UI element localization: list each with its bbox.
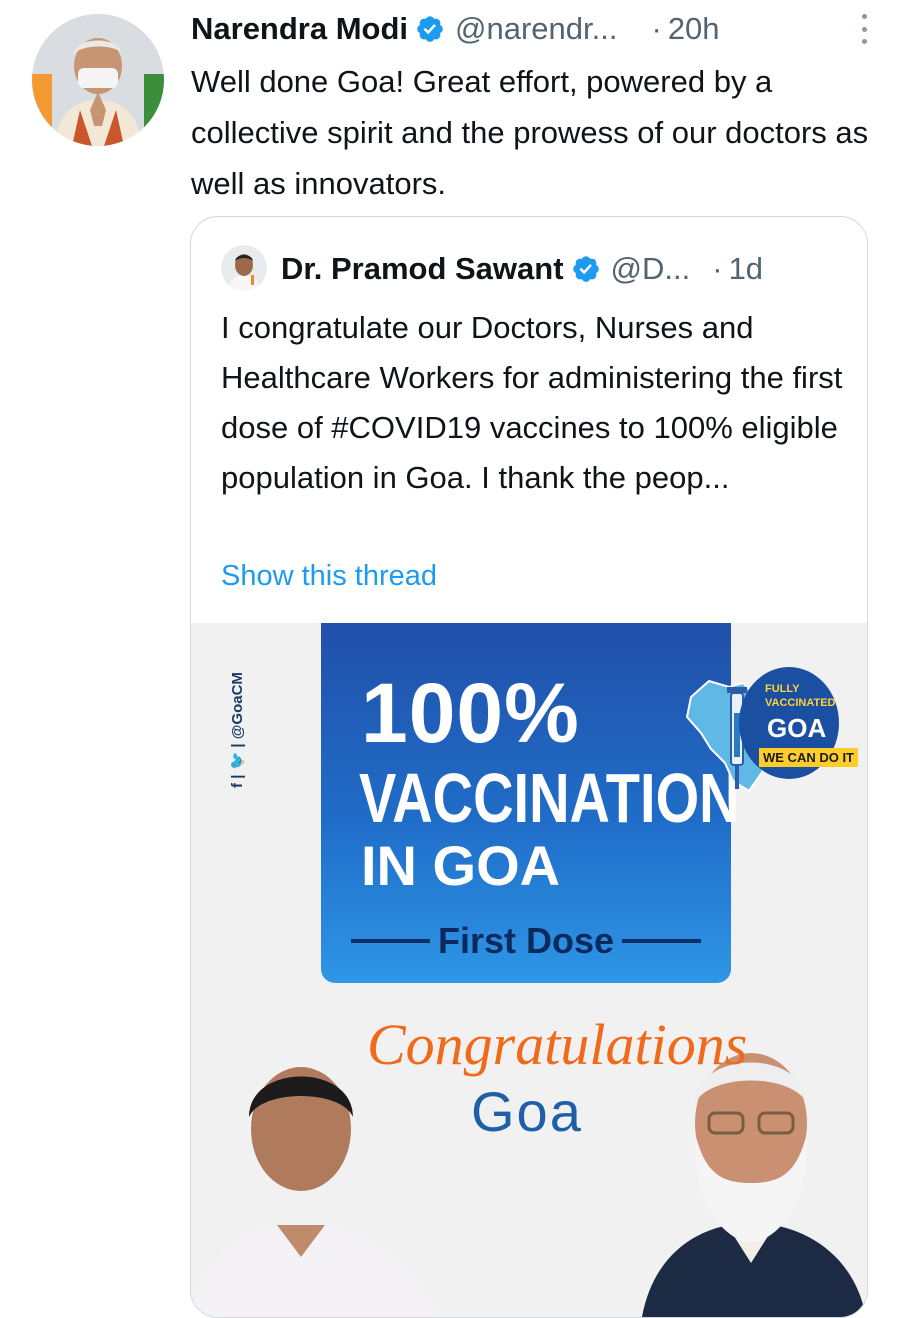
verified-badge-icon — [571, 254, 601, 284]
social-handle-text: f | 🐦 | @GoaCM — [228, 672, 246, 788]
headline-in-goa: IN GOA — [361, 834, 561, 897]
first-dose-label: First Dose — [351, 919, 702, 963]
divider — [351, 939, 430, 943]
separator-dot: · — [712, 251, 723, 286]
author-handle[interactable]: @narendr... — [455, 11, 617, 47]
tweet-header: Narendra Modi @narendr... · 20h — [191, 6, 871, 52]
quoted-author-avatar[interactable] — [221, 245, 267, 291]
first-dose-text: First Dose — [437, 920, 615, 961]
badge-line2: VACCINATED — [765, 697, 836, 709]
headline-percent: 100% — [361, 666, 580, 760]
tweet-timestamp[interactable]: 20h — [668, 11, 720, 47]
headline-panel: 100% VACCINATION IN GOA First Dose — [321, 623, 740, 983]
author-avatar[interactable] — [32, 14, 164, 146]
quoted-tweet-card[interactable]: Dr. Pramod Sawant @D... · 1d I congratul… — [190, 216, 868, 1318]
quoted-tweet-text: I congratulate our Doctors, Nurses and H… — [221, 310, 843, 495]
quoted-tweet-header: Dr. Pramod Sawant @D... · 1d — [281, 244, 763, 294]
show-thread-link[interactable]: Show this thread — [221, 560, 437, 593]
social-handle-strip: f | 🐦 | @GoaCM — [219, 672, 249, 803]
author-name[interactable]: Narendra Modi — [191, 11, 408, 47]
badge-line1: FULLY — [765, 683, 800, 695]
goa-text: Goa — [471, 1080, 583, 1143]
quoted-tweet-timestamp[interactable]: 1d — [729, 251, 763, 287]
more-options-icon[interactable] — [857, 14, 871, 44]
quoted-author-name[interactable]: Dr. Pramod Sawant — [281, 251, 564, 287]
congratulations-text: Congratulations — [367, 1012, 748, 1077]
quoted-author-handle[interactable]: @D... — [611, 251, 691, 287]
badge-line3: GOA — [767, 713, 827, 743]
separator-dot: · — [651, 11, 662, 46]
verified-badge-icon — [415, 14, 445, 44]
tweet-text: Well done Goa! Great effort, powered by … — [191, 64, 869, 201]
fully-vaccinated-badge: FULLY VACCINATED GOA WE CAN DO IT — [739, 667, 858, 783]
divider — [622, 939, 702, 943]
badge-tag: WE CAN DO IT — [759, 748, 858, 767]
tweet-media-image[interactable]: f | 🐦 | @GoaCM 100% VACCINATION IN GOA F… — [191, 623, 867, 1317]
